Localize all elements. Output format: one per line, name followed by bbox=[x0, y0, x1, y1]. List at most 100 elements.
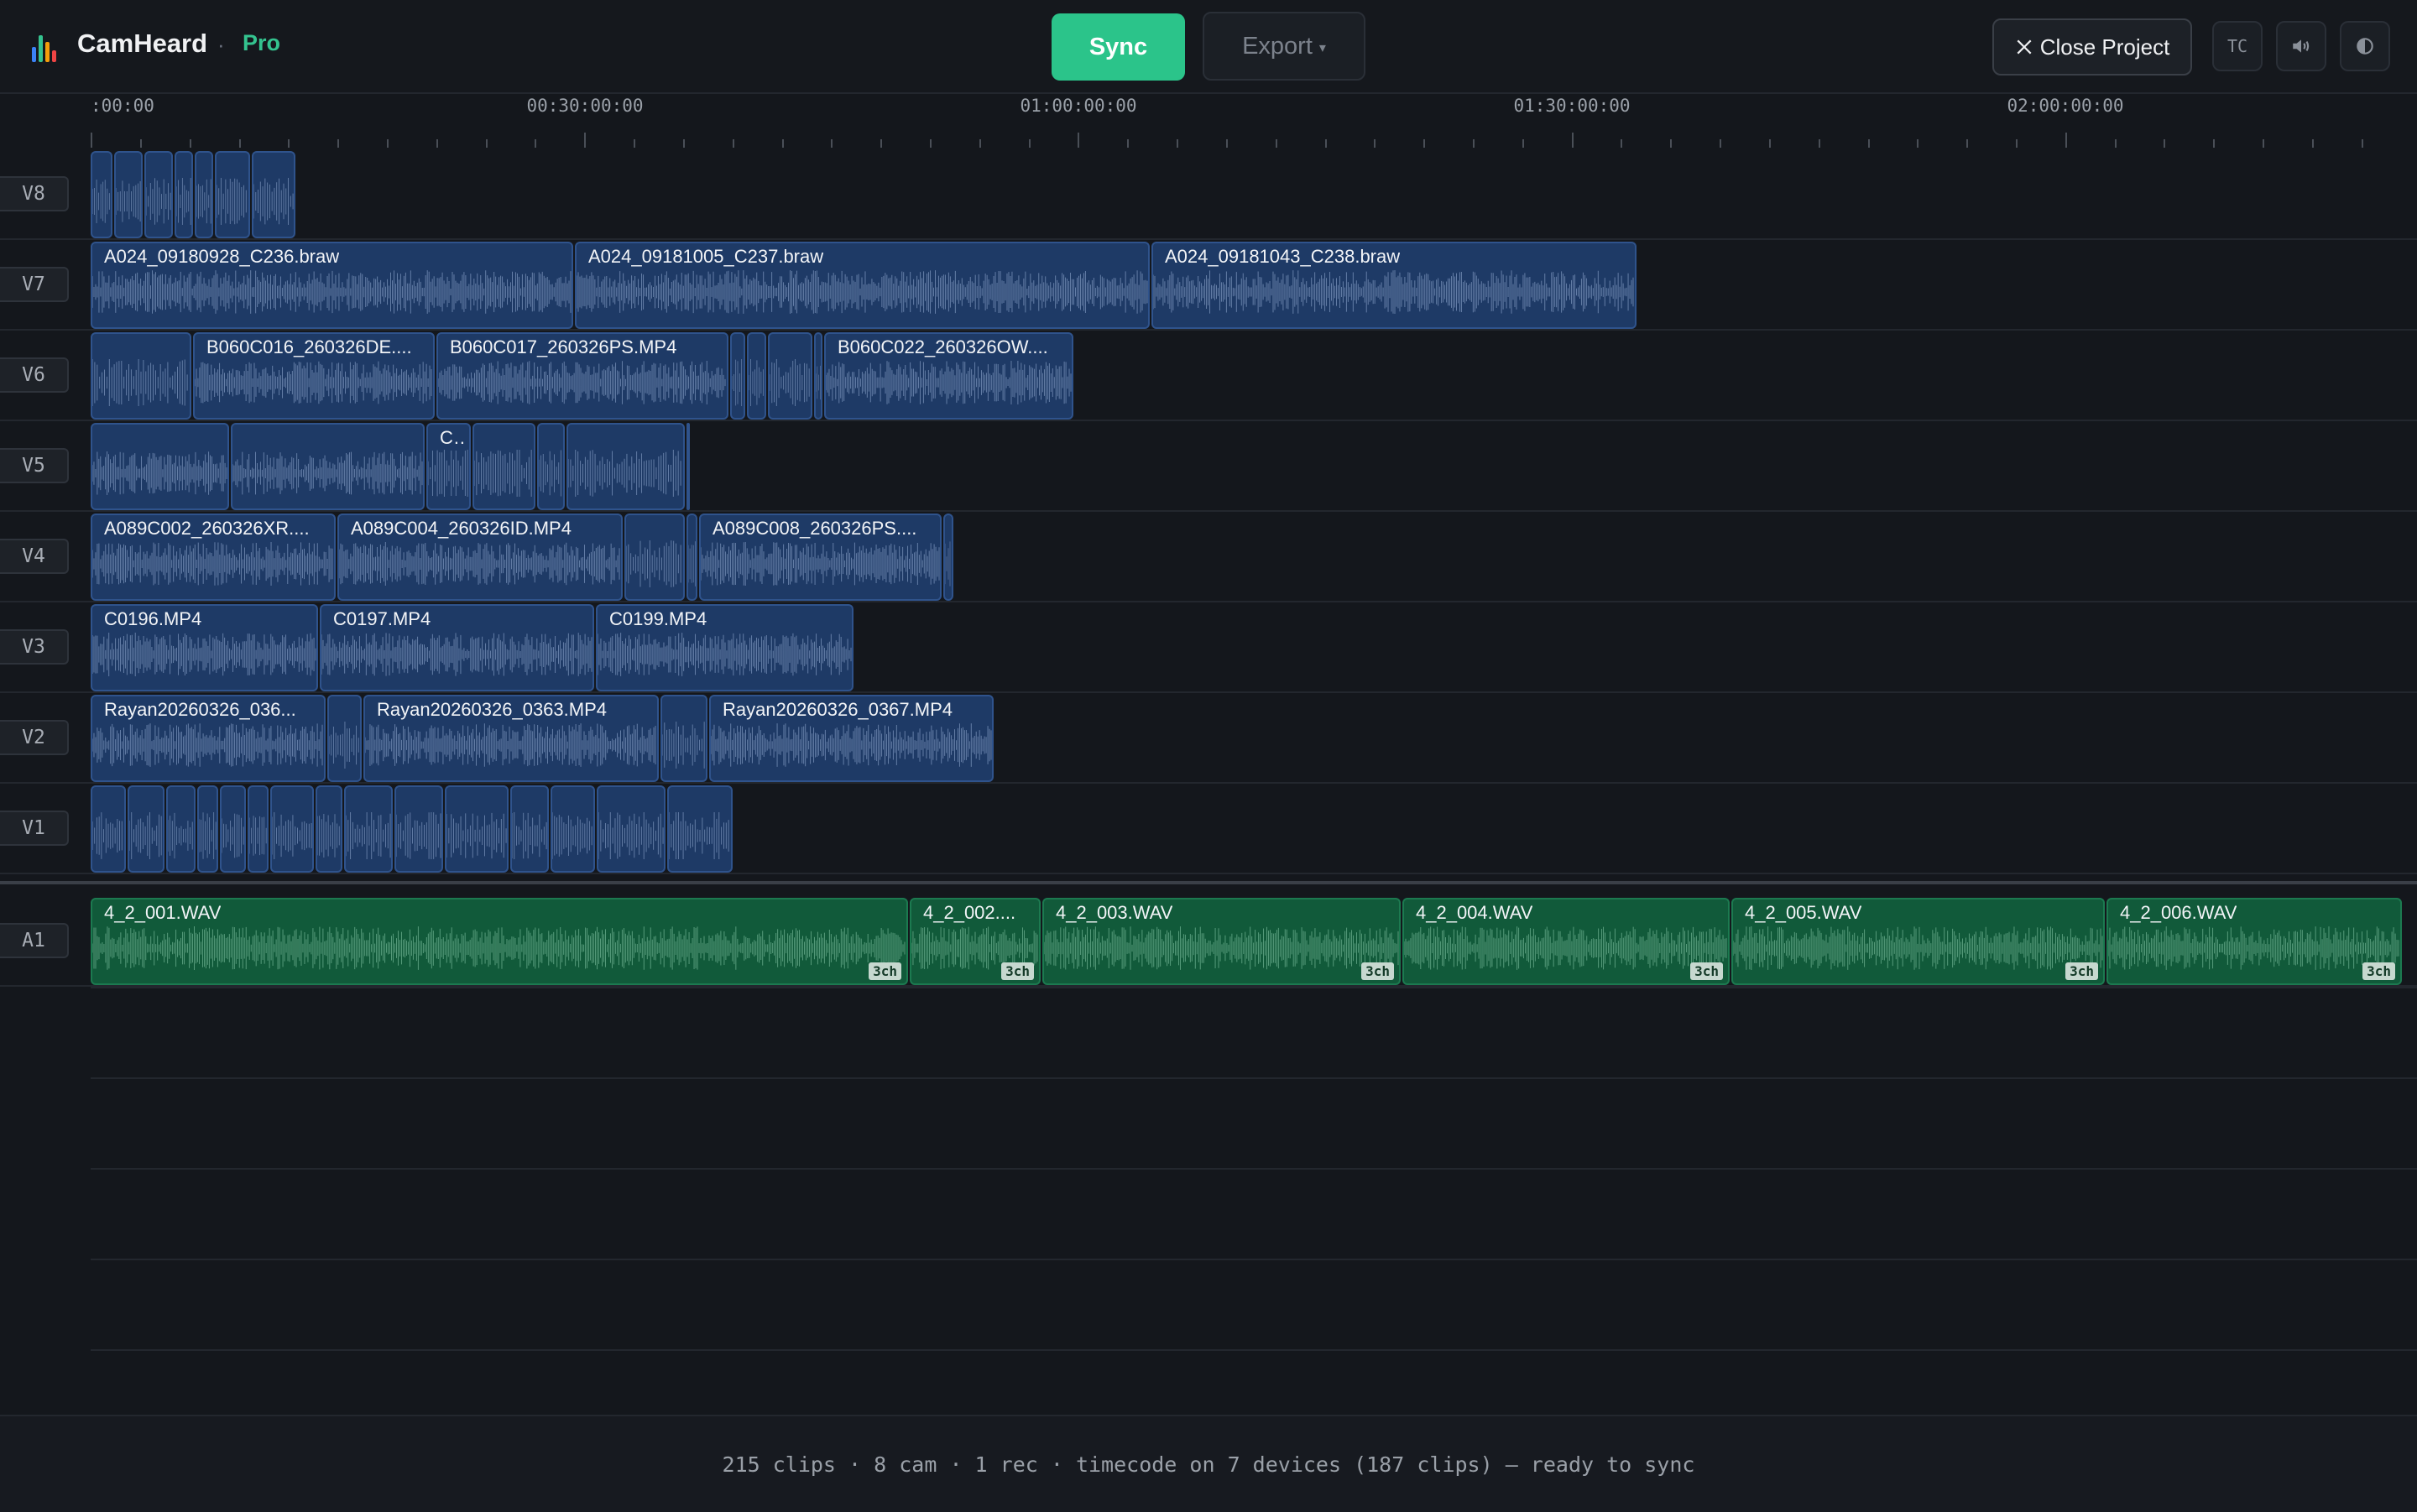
waveform bbox=[146, 178, 171, 225]
video-clip[interactable] bbox=[270, 785, 314, 873]
track-row-v3: V3 C0196.MP4 C0197.MP4 C0199.MP4 bbox=[0, 602, 2417, 693]
track-label[interactable]: V3 bbox=[0, 629, 69, 665]
video-clip[interactable] bbox=[231, 423, 425, 510]
close-project-button[interactable]: Close Project bbox=[1992, 18, 2192, 76]
audio-clip[interactable]: 4_2_002.... 3ch bbox=[910, 898, 1041, 985]
video-clip[interactable] bbox=[175, 151, 193, 238]
video-clip[interactable] bbox=[551, 785, 595, 873]
video-clip[interactable] bbox=[510, 785, 549, 873]
waveform bbox=[339, 542, 620, 586]
sync-button[interactable]: Sync bbox=[1052, 13, 1185, 81]
video-clip[interactable] bbox=[91, 151, 112, 238]
video-clip[interactable]: B060C017_260326PS.MP4 bbox=[436, 332, 728, 420]
waveform bbox=[92, 633, 316, 676]
video-clip[interactable] bbox=[686, 514, 697, 601]
ruler-minor-tick bbox=[682, 139, 685, 148]
video-clip[interactable]: B060C022_260326OW.... bbox=[824, 332, 1073, 420]
ruler-minor-tick bbox=[288, 139, 290, 148]
waveform bbox=[749, 359, 764, 406]
waveform bbox=[196, 179, 211, 224]
video-clip[interactable] bbox=[114, 151, 143, 238]
video-clip[interactable] bbox=[316, 785, 342, 873]
video-clip[interactable]: C1904.MP4 bbox=[426, 423, 471, 510]
timeline-ruler[interactable]: :00:00 00:30:00:00 01:00:00:00 01:30:00:… bbox=[0, 92, 2417, 148]
video-clip[interactable] bbox=[91, 785, 126, 873]
video-clip[interactable] bbox=[327, 695, 362, 782]
video-clip[interactable] bbox=[730, 332, 745, 420]
audio-clip[interactable]: 4_2_004.WAV 3ch bbox=[1402, 898, 1730, 985]
ruler-minor-tick bbox=[1127, 139, 1130, 148]
video-clip[interactable] bbox=[566, 423, 685, 510]
video-clip[interactable]: A024_09181005_C237.braw bbox=[575, 242, 1150, 329]
video-clip[interactable] bbox=[252, 151, 295, 238]
status-text: 215 clips · 8 cam · 1 rec · timecode on … bbox=[722, 1452, 1695, 1477]
video-clip[interactable]: A089C004_260326ID.MP4 bbox=[337, 514, 623, 601]
video-clip[interactable] bbox=[537, 423, 565, 510]
track-label[interactable]: A1 bbox=[0, 923, 69, 958]
waveform bbox=[168, 812, 193, 859]
audio-clip[interactable]: 4_2_001.WAV 3ch bbox=[91, 898, 908, 985]
waveform bbox=[626, 540, 681, 587]
ruler-minor-tick bbox=[189, 139, 191, 148]
track-label[interactable]: V2 bbox=[0, 720, 69, 755]
video-clip[interactable] bbox=[472, 423, 535, 510]
waveform bbox=[92, 270, 572, 314]
track-label[interactable]: V8 bbox=[0, 176, 69, 211]
video-clip[interactable] bbox=[943, 514, 953, 601]
video-clip[interactable] bbox=[166, 785, 196, 873]
waveform bbox=[732, 359, 743, 406]
video-clip[interactable] bbox=[597, 785, 666, 873]
video-clip[interactable] bbox=[195, 151, 213, 238]
video-clip[interactable] bbox=[144, 151, 173, 238]
audio-clip[interactable]: 4_2_003.WAV 3ch bbox=[1042, 898, 1401, 985]
video-clip[interactable]: Rayan20260326_0363.MP4 bbox=[363, 695, 659, 782]
video-clip[interactable]: C0197.MP4 bbox=[320, 604, 594, 691]
empty-row-divider bbox=[91, 1168, 2417, 1170]
video-clip[interactable]: A024_09180928_C236.braw bbox=[91, 242, 573, 329]
ruler-minor-tick bbox=[1917, 139, 1919, 148]
video-clip[interactable] bbox=[814, 332, 822, 420]
video-clip[interactable] bbox=[394, 785, 443, 873]
timecode-toggle-button[interactable]: TC bbox=[2212, 21, 2263, 71]
video-clip[interactable] bbox=[667, 785, 733, 873]
empty-row-divider bbox=[91, 1077, 2417, 1079]
audio-clip[interactable]: 4_2_006.WAV 3ch bbox=[2106, 898, 2402, 985]
video-clip[interactable]: C0199.MP4 bbox=[596, 604, 854, 691]
video-clip[interactable] bbox=[91, 332, 191, 420]
theme-toggle-button[interactable] bbox=[2340, 21, 2390, 71]
video-clip[interactable]: A024_09181043_C238.braw bbox=[1151, 242, 1637, 329]
video-clip[interactable]: C0196.MP4 bbox=[91, 604, 318, 691]
track-label[interactable]: V1 bbox=[0, 811, 69, 846]
video-clip[interactable] bbox=[197, 785, 218, 873]
track-row-v2: V2 Rayan20260326_036... Rayan20260326_0363… bbox=[0, 693, 2417, 784]
video-clip[interactable] bbox=[768, 332, 812, 420]
close-icon bbox=[2017, 39, 2032, 55]
video-clip[interactable]: A089C002_260326XR.... bbox=[91, 514, 336, 601]
video-clip[interactable] bbox=[445, 785, 509, 873]
video-clip[interactable] bbox=[215, 151, 250, 238]
video-clip[interactable]: A089C008_260326PS.... bbox=[699, 514, 942, 601]
track-label[interactable]: V7 bbox=[0, 267, 69, 302]
video-clip[interactable] bbox=[248, 785, 269, 873]
volume-button[interactable] bbox=[2276, 21, 2326, 71]
ruler-minor-tick bbox=[880, 139, 883, 148]
track-label[interactable]: V6 bbox=[0, 357, 69, 393]
contrast-icon bbox=[2357, 38, 2373, 55]
video-clip[interactable] bbox=[91, 423, 229, 510]
video-clip[interactable] bbox=[220, 785, 246, 873]
video-clip[interactable] bbox=[747, 332, 766, 420]
video-clip[interactable] bbox=[624, 514, 685, 601]
audio-clip[interactable]: 4_2_005.WAV 3ch bbox=[1731, 898, 2105, 985]
video-clip[interactable] bbox=[128, 785, 164, 873]
track-label[interactable]: V4 bbox=[0, 539, 69, 574]
clip-name: 4_2_003.WAV bbox=[1056, 902, 1173, 923]
video-clip[interactable] bbox=[660, 695, 707, 782]
track-label[interactable]: V5 bbox=[0, 448, 69, 483]
export-dropdown-button[interactable]: Export ▾ bbox=[1203, 12, 1365, 81]
ruler-minor-tick bbox=[1670, 139, 1673, 148]
video-clip[interactable] bbox=[686, 423, 690, 510]
video-clip[interactable]: Rayan20260326_0367.MP4 bbox=[709, 695, 994, 782]
video-clip[interactable]: Rayan20260326_036... bbox=[91, 695, 326, 782]
video-clip[interactable]: B060C016_260326DE.... bbox=[193, 332, 435, 420]
video-clip[interactable] bbox=[344, 785, 393, 873]
